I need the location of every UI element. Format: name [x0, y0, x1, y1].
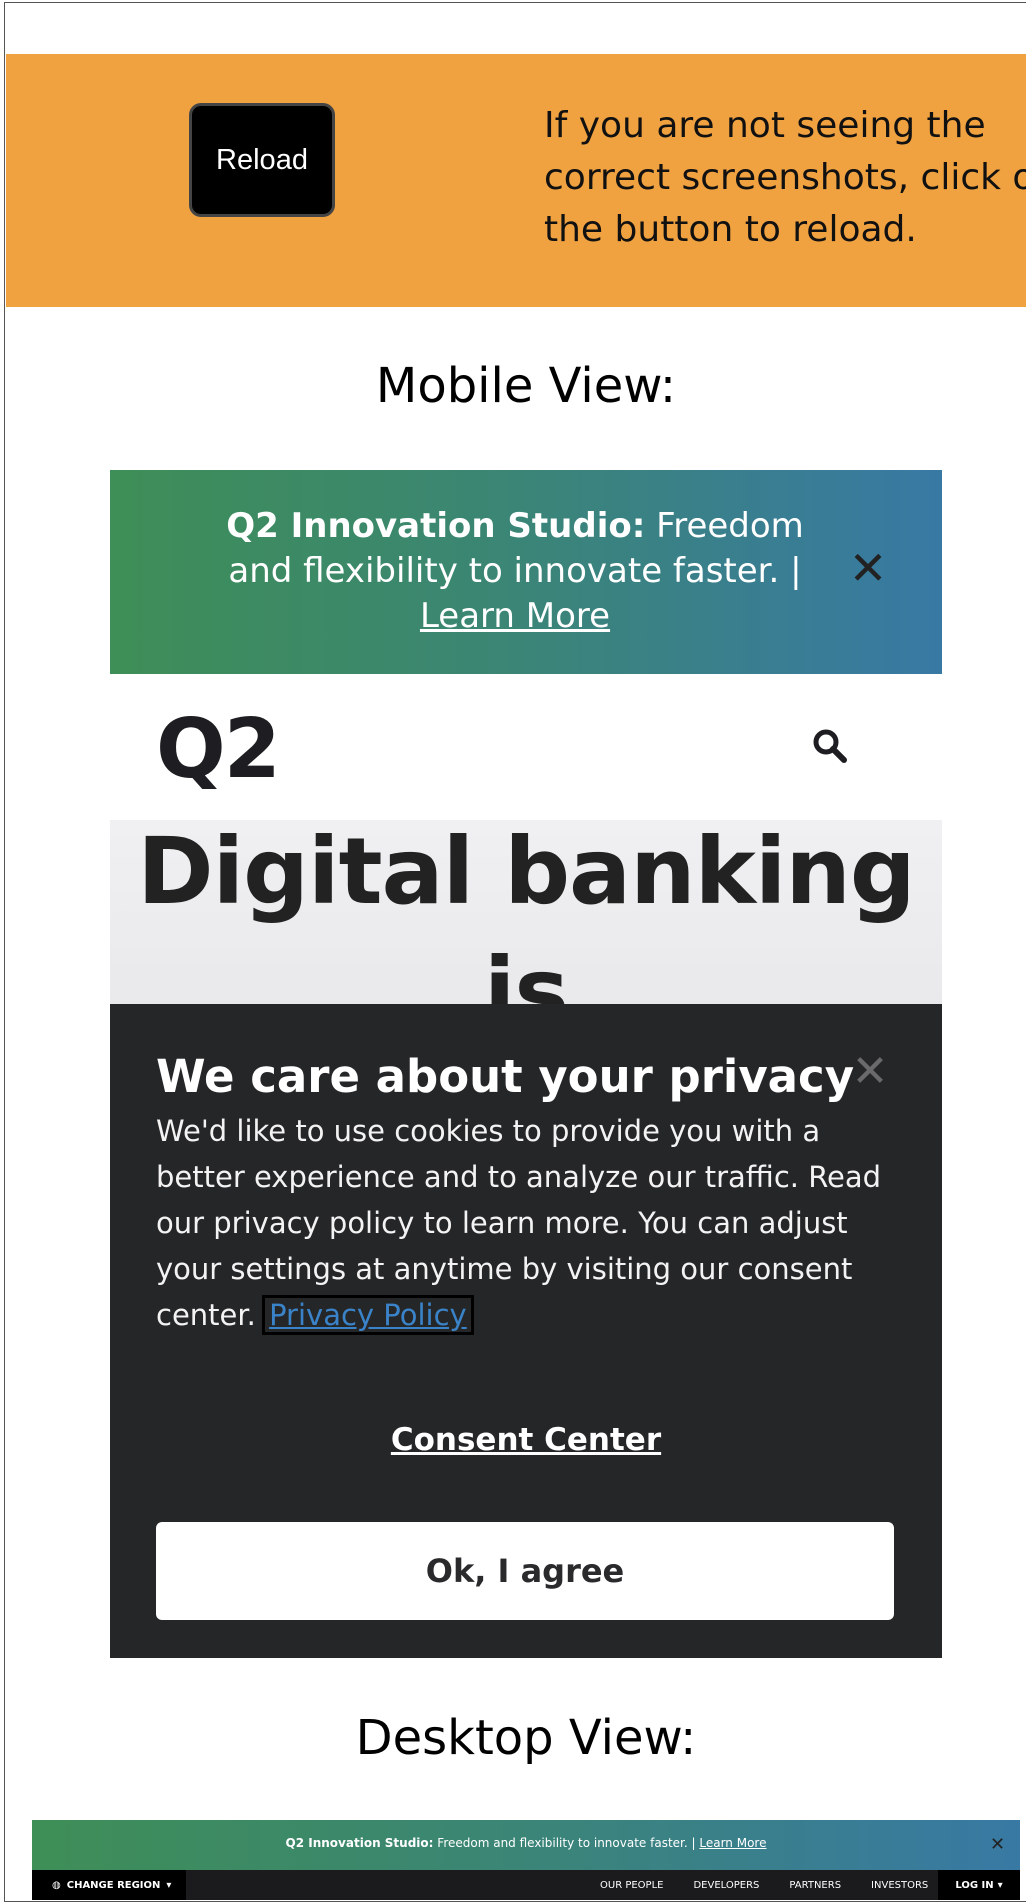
nav-link-our-people[interactable]: OUR PEOPLE: [600, 1880, 663, 1891]
consent-center-link[interactable]: Consent Center: [110, 1422, 942, 1458]
agree-button[interactable]: Ok, I agree: [156, 1522, 894, 1620]
close-icon[interactable]: ✕: [990, 1834, 1005, 1855]
learn-more-link[interactable]: Learn More: [420, 596, 610, 636]
promo-banner-message: Freedom and flexibility to innovate fast…: [433, 1836, 700, 1850]
notice-line-1: If you are not seeing the: [544, 105, 986, 146]
desktop-screenshot: Q2 Innovation Studio: Freedom and flexib…: [32, 1820, 1020, 1900]
reload-button[interactable]: Reload: [189, 103, 335, 217]
promo-banner-bold: Q2 Innovation Studio:: [226, 506, 646, 546]
notice-line-2: correct screenshots, click on: [544, 157, 1026, 198]
mobile-screenshot: Q2 Innovation Studio: Freedom and flexib…: [110, 470, 942, 1658]
promo-banner-text: Q2 Innovation Studio: Freedom and flexib…: [220, 504, 810, 639]
promo-banner: Q2 Innovation Studio: Freedom and flexib…: [110, 470, 942, 674]
privacy-policy-link[interactable]: Privacy Policy: [262, 1295, 474, 1335]
desktop-view-title: Desktop View:: [355, 1710, 697, 1766]
nav-link-investors[interactable]: INVESTORS: [871, 1880, 928, 1891]
mobile-view-title: Mobile View:: [375, 358, 677, 414]
privacy-title: We care about your privacy: [156, 1050, 855, 1103]
promo-banner-text: Q2 Innovation Studio: Freedom and flexib…: [32, 1836, 1020, 1850]
change-region-label: CHANGE REGION: [66, 1879, 161, 1891]
privacy-body: We'd like to use cookies to provide you …: [156, 1108, 896, 1338]
nav-link-developers[interactable]: DEVELOPERS: [693, 1880, 759, 1891]
promo-banner-bold: Q2 Innovation Studio:: [285, 1836, 434, 1850]
nav-link-partners[interactable]: PARTNERS: [789, 1880, 841, 1891]
hero-heading: Digital banking is mobile: [110, 820, 942, 1010]
globe-icon: ◍: [52, 1879, 61, 1891]
close-icon[interactable]: ✕: [848, 545, 888, 591]
hero-line-1: Digital banking is: [137, 820, 915, 1010]
promo-banner: Q2 Innovation Studio: Freedom and flexib…: [32, 1820, 1020, 1870]
search-icon[interactable]: [810, 726, 850, 766]
q2-logo[interactable]: Q2: [156, 702, 281, 797]
privacy-dialog: We care about your privacy ✕ We'd like t…: [110, 1004, 942, 1658]
reload-notice-text: If you are not seeing the correct screen…: [544, 100, 1026, 256]
login-label: LOG IN: [955, 1879, 994, 1891]
chevron-down-icon: ▾: [997, 1879, 1003, 1891]
hero-section: Digital banking is mobile: [110, 820, 942, 1010]
close-icon[interactable]: ✕: [850, 1050, 890, 1094]
notice-line-3: the button to reload.: [544, 209, 917, 250]
learn-more-link[interactable]: Learn More: [699, 1836, 766, 1850]
chevron-down-icon: ▾: [166, 1879, 172, 1891]
